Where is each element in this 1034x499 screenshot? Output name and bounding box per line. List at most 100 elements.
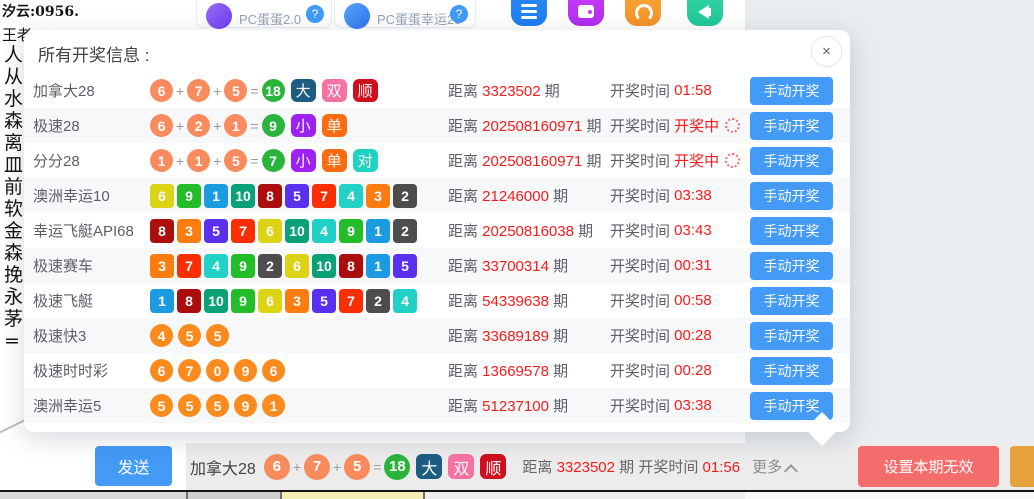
lottery-name: 极速赛车	[33, 255, 150, 276]
manual-draw-button[interactable]: 手动开奖	[750, 322, 833, 350]
time-label: 开奖时间	[610, 325, 670, 346]
megaphone-icon	[698, 5, 709, 19]
manual-draw-button[interactable]: 手动开奖	[750, 77, 833, 105]
loading-icon	[725, 118, 740, 133]
number-ball: 8	[258, 184, 282, 208]
number-ball: 5	[285, 184, 309, 208]
time-value: 03:43	[670, 222, 712, 239]
distance-label: 距离	[448, 188, 482, 205]
number-ball: 5	[178, 394, 201, 417]
period-unit: 期	[549, 363, 568, 380]
draw-numbers: 83576104912	[150, 219, 448, 243]
draw-time: 开奖时间 开奖中	[610, 150, 750, 171]
lottery-row: 极速时时彩67096距离 13669578 期开奖时间 00:28手动开奖	[24, 353, 850, 388]
close-button[interactable]: ×	[811, 36, 842, 67]
number-ball: 6	[150, 114, 173, 137]
draw-numbers: 6+7+5=18大双顺	[150, 79, 448, 102]
lottery-row: 澳洲幸运555591距离 51237100 期开奖时间 03:38手动开奖	[24, 388, 850, 423]
app-shortcut[interactable]	[568, 0, 604, 26]
note-char: 茅	[4, 308, 26, 330]
vertical-notes: 人从水森离皿前软金森挽永茅=	[4, 44, 26, 352]
partial-warning-button[interactable]	[1010, 446, 1034, 487]
help-badge[interactable]: ?	[450, 5, 468, 23]
period-number: 3323502	[482, 83, 540, 100]
number-ball: 10	[312, 254, 336, 278]
plus-sign: +	[176, 83, 184, 99]
period-unit: 期	[541, 83, 560, 100]
lottery-name: 加拿大28	[33, 80, 150, 101]
sum-ball: 18	[384, 454, 410, 480]
plus-sign: +	[293, 459, 301, 475]
manual-draw-button[interactable]: 手动开奖	[750, 357, 833, 385]
equals-sign: =	[250, 118, 258, 134]
number-ball: 8	[339, 254, 363, 278]
game-logo-icon	[344, 3, 370, 29]
note-char: 从	[4, 66, 26, 88]
more-toggle[interactable]: 更多	[752, 456, 796, 477]
lottery-row: 加拿大286+7+5=18大双顺距离 3323502 期开奖时间 01:58手动…	[24, 73, 850, 108]
summary-lottery-name: 加拿大28	[190, 455, 256, 479]
number-ball: 6	[150, 79, 173, 102]
manual-draw-button[interactable]: 手动开奖	[750, 217, 833, 245]
set-invalid-button[interactable]: 设置本期无效	[858, 446, 999, 487]
note-char: 森	[4, 242, 26, 264]
draw-time: 开奖时间 00:28	[610, 325, 750, 346]
sum-ball: 9	[262, 114, 285, 137]
plus-sign: +	[213, 118, 221, 134]
period-unit-time-label: 期 开奖时间	[615, 459, 703, 476]
number-ball: 9	[234, 394, 257, 417]
draw-time: 开奖时间 03:38	[610, 395, 750, 416]
number-ball: 6	[262, 359, 285, 382]
manual-draw-button[interactable]: 手动开奖	[750, 147, 833, 175]
number-ball: 1	[224, 114, 247, 137]
distance-label: 距离	[448, 153, 482, 170]
number-ball: 0	[206, 359, 229, 382]
manual-draw-button[interactable]: 手动开奖	[750, 287, 833, 315]
plus-sign: +	[213, 153, 221, 169]
help-badge[interactable]: ?	[306, 5, 324, 23]
lottery-name: 极速时时彩	[33, 360, 150, 381]
list-icon	[521, 4, 537, 22]
note-char: 森	[4, 110, 26, 132]
app-shortcut[interactable]	[625, 0, 661, 26]
draw-time: 开奖时间 01:58	[610, 80, 750, 101]
number-ball: 3	[285, 289, 309, 313]
number-ball: 5	[224, 79, 247, 102]
draw-numbers: 1+1+5=7小单对	[150, 149, 448, 172]
time-value: 00:28	[670, 327, 712, 344]
equals-sign: =	[250, 83, 258, 99]
period-unit: 期	[582, 153, 601, 170]
send-button[interactable]: 发送	[95, 446, 172, 486]
result-badge: 小	[291, 149, 316, 172]
manual-draw-button[interactable]: 手动开奖	[750, 182, 833, 210]
number-ball: 5	[206, 394, 229, 417]
game-card: PC蛋蛋2.0?	[196, 0, 332, 28]
period-number: 20250816038	[482, 223, 574, 240]
number-ball: 5	[344, 454, 370, 480]
lottery-name: 澳洲幸运10	[33, 185, 150, 206]
manual-draw-button[interactable]: 手动开奖	[750, 252, 833, 280]
note-char: 金	[4, 220, 26, 242]
number-ball: 9	[231, 289, 255, 313]
game-card-label: PC蛋蛋2.0	[239, 9, 301, 28]
background-window	[282, 492, 425, 499]
draw-time: 开奖时间 00:31	[610, 255, 750, 276]
app-shortcut[interactable]	[511, 0, 547, 26]
number-ball: 5	[224, 149, 247, 172]
app-shortcut[interactable]	[687, 0, 723, 26]
number-ball: 5	[150, 394, 173, 417]
note-text: 汐云:0956.6	[2, 1, 89, 21]
lottery-row: 极速286+2+1=9小单距离 202508160971 期开奖时间 开奖中手动…	[24, 108, 850, 143]
draw-numbers: 6+2+1=9小单	[150, 114, 448, 137]
current-draw-summary: 加拿大286+7+5=18大双顺距离 3323502 期 开奖时间 01:56更…	[190, 443, 796, 490]
number-ball: 2	[258, 254, 282, 278]
number-ball: 3	[150, 254, 174, 278]
manual-draw-button[interactable]: 手动开奖	[750, 112, 833, 140]
chevron-up-icon	[784, 464, 798, 478]
lottery-row: 分分281+1+5=7小单对距离 202508160971 期开奖时间 开奖中手…	[24, 143, 850, 178]
note-char: 挽	[4, 264, 26, 286]
equals-sign: =	[373, 459, 381, 475]
result-badge: 顺	[353, 79, 378, 102]
note-char: 皿	[4, 154, 26, 176]
draw-numbers: 37492610815	[150, 254, 448, 278]
